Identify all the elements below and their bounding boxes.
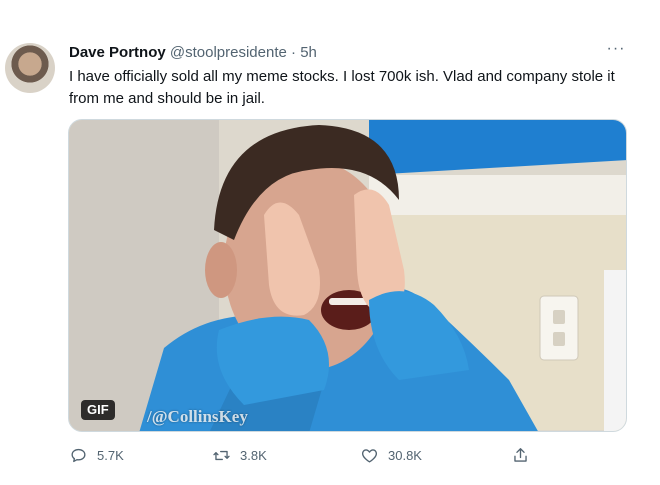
retweet-count: 3.8K bbox=[240, 447, 267, 463]
author-handle[interactable]: @stoolpresidente bbox=[170, 44, 287, 61]
tweet-timestamp[interactable]: 5h bbox=[300, 44, 317, 61]
header-separator: · bbox=[291, 44, 297, 61]
retweet-icon bbox=[213, 450, 230, 460]
avatar[interactable] bbox=[5, 43, 55, 93]
share-icon bbox=[514, 447, 527, 462]
more-icon[interactable]: ··· bbox=[605, 41, 627, 57]
author-name[interactable]: Dave Portnoy bbox=[69, 44, 166, 61]
tweet-media-gif[interactable]: GIF /@CollinsKey bbox=[68, 119, 627, 432]
gif-badge: GIF bbox=[81, 400, 115, 420]
comment-icon bbox=[71, 448, 86, 462]
tweet-header: Dave Portnoy @stoolpresidente · 5h bbox=[69, 43, 317, 63]
like-count: 30.8K bbox=[388, 447, 422, 463]
tweet-actions: 5.7K 3.8K 30.8K bbox=[69, 444, 629, 466]
reply-count: 5.7K bbox=[97, 447, 124, 463]
like-button[interactable]: 30.8K bbox=[360, 444, 422, 466]
watermark-text: /@CollinsKey bbox=[147, 407, 248, 426]
tweet-text: I have officially sold all my meme stock… bbox=[69, 68, 615, 107]
retweet-button[interactable]: 3.8K bbox=[212, 444, 267, 466]
reply-button[interactable]: 5.7K bbox=[69, 444, 124, 466]
gif-frame-image bbox=[69, 120, 626, 431]
heart-icon bbox=[361, 448, 378, 463]
share-button[interactable] bbox=[511, 444, 539, 466]
